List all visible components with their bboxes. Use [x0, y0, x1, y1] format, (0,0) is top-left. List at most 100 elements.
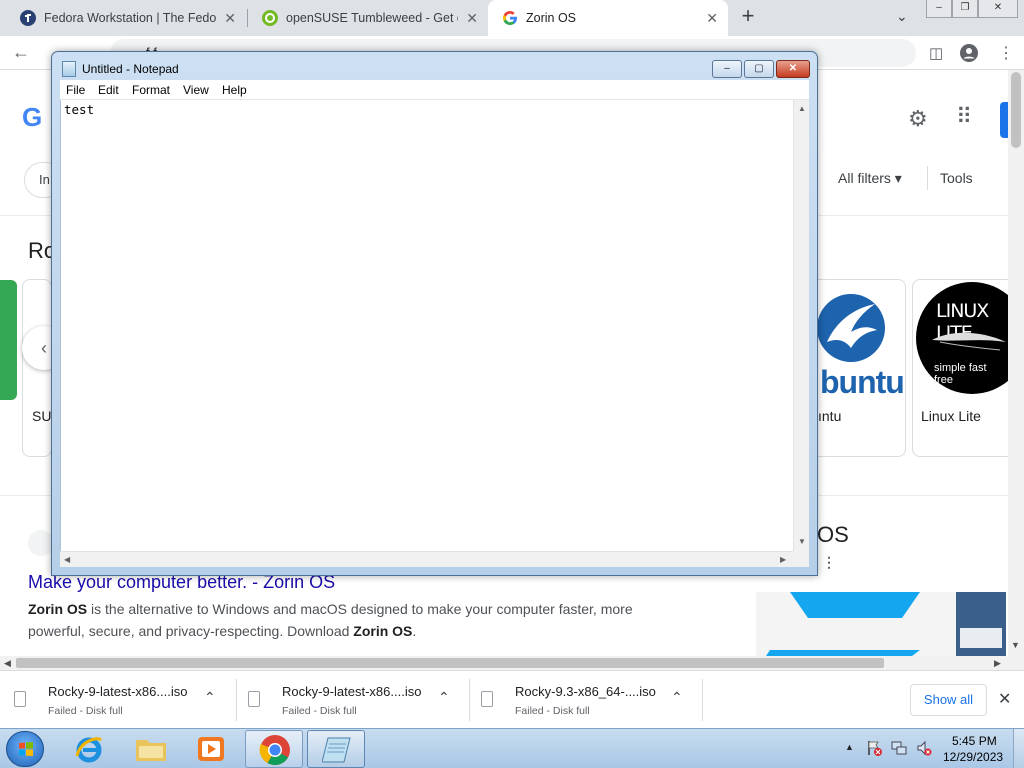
tab-title: Fedora Workstation | The Fedora [44, 11, 217, 25]
knowledge-panel-image[interactable] [756, 592, 1006, 656]
chevron-up-icon[interactable]: ⌃ [438, 689, 450, 706]
notepad-menu-bar: File Edit Format View Help [60, 80, 809, 100]
chevron-up-icon[interactable]: ⌃ [671, 689, 683, 706]
start-button[interactable] [6, 731, 44, 767]
scroll-right-arrow-icon[interactable]: ▶ [994, 658, 1001, 669]
taskbar-file-explorer[interactable] [122, 730, 180, 768]
download-item[interactable]: Rocky-9-latest-x86....iso Failed - Disk … [0, 671, 233, 729]
taskbar-media-player[interactable] [183, 730, 241, 768]
notepad-title: Untitled - Notepad [82, 62, 179, 76]
divider [927, 166, 928, 190]
clock-time[interactable]: 5:45 PM [952, 734, 997, 748]
menu-view[interactable]: View [183, 83, 209, 97]
window-minimize-button[interactable]: ‒ [926, 0, 952, 18]
tab-title: openSUSE Tumbleweed - Get op [286, 11, 459, 25]
card-label: ıntu [818, 408, 842, 424]
notepad-close-button[interactable]: ✕ [776, 60, 810, 78]
notepad-maximize-button[interactable]: ▢ [744, 60, 774, 78]
taskbar-internet-explorer[interactable] [61, 730, 119, 768]
gear-icon[interactable]: ⚙ [908, 106, 928, 132]
ubuntu-logo-text: buntu [820, 364, 905, 400]
linux-lite-logo-subtitle: simple fast free [934, 362, 987, 386]
apps-grid-icon[interactable]: ⠿ [956, 104, 972, 130]
fedora-icon [20, 10, 36, 26]
download-item[interactable]: Rocky-9.3-x86_64-....iso Failed - Disk f… [467, 671, 700, 729]
notepad-vertical-scrollbar[interactable]: ▲ ▼ [793, 100, 809, 551]
tab-opensuse[interactable]: openSUSE Tumbleweed - Get op ✕ [248, 0, 488, 36]
scroll-left-arrow-icon[interactable]: ◀ [64, 555, 70, 564]
taskbar-chrome[interactable] [245, 730, 303, 768]
tab-search-button[interactable]: ⌄ [896, 8, 908, 25]
menu-file[interactable]: File [66, 83, 85, 97]
resize-grip[interactable] [793, 551, 809, 567]
zorin-logo-image [766, 592, 1006, 656]
new-tab-button[interactable]: + [737, 5, 759, 29]
notepad-text-area[interactable]: test [60, 100, 793, 551]
google-logo[interactable]: G [22, 102, 42, 133]
ubuntu-logo-icon [817, 294, 885, 362]
back-arrow-icon[interactable]: ← [12, 42, 30, 63]
chevron-up-icon[interactable]: ⌃ [204, 689, 216, 706]
scroll-right-arrow-icon[interactable]: ▶ [780, 555, 786, 564]
page-vertical-scroll-thumb[interactable] [1011, 72, 1021, 148]
taskbar-notepad[interactable] [307, 730, 365, 768]
tab-fedora[interactable]: Fedora Workstation | The Fedora ✕ [6, 0, 246, 36]
volume-muted-icon[interactable] [916, 740, 932, 756]
scroll-left-arrow-icon[interactable]: ◀ [4, 658, 11, 669]
notepad-icon [62, 61, 76, 77]
menu-edit[interactable]: Edit [98, 83, 119, 97]
sign-in-button[interactable] [1000, 102, 1008, 138]
window-close-button[interactable]: ✕ [978, 0, 1018, 18]
page-vertical-scrollbar[interactable] [1008, 70, 1024, 656]
more-options-icon[interactable]: ⋮ [822, 554, 836, 571]
tab-close-button[interactable]: ✕ [706, 10, 718, 27]
file-icon [248, 691, 260, 707]
network-icon[interactable] [891, 740, 907, 756]
browser-menu-icon[interactable]: ⋮ [998, 43, 1014, 63]
clock-date[interactable]: 12/29/2023 [943, 750, 1003, 764]
tab-close-button[interactable]: ✕ [466, 10, 478, 27]
window-restore-button[interactable]: ❐ [952, 0, 978, 18]
profile-avatar-icon[interactable] [960, 44, 978, 62]
all-filters-button[interactable]: All filters ▾ [838, 170, 902, 187]
windows-logo-icon [19, 742, 33, 756]
all-filters-label: All filters [838, 170, 891, 186]
side-panel-icon[interactable]: ◫ [929, 44, 943, 62]
folder-icon [136, 740, 166, 761]
notepad-window: Untitled - Notepad ‒ ▢ ✕ File Edit Forma… [51, 51, 818, 576]
download-status: Failed - Disk full [282, 705, 357, 717]
menu-help[interactable]: Help [222, 83, 247, 97]
scroll-down-arrow-icon[interactable]: ▼ [798, 537, 806, 546]
media-player-icon [198, 737, 224, 761]
internet-explorer-icon [75, 737, 102, 763]
card-label: SU [32, 408, 52, 424]
notepad-minimize-button[interactable]: ‒ [712, 60, 742, 78]
notepad-horizontal-scrollbar[interactable]: ◀ ▶ [60, 551, 793, 567]
download-filename: Rocky-9-latest-x86....iso [48, 684, 188, 699]
download-item[interactable]: Rocky-9-latest-x86....iso Failed - Disk … [234, 671, 467, 729]
chevron-left-icon: ‹ [41, 338, 47, 358]
tab-close-button[interactable]: ✕ [224, 10, 236, 27]
close-downloads-bar-button[interactable]: ✕ [998, 689, 1011, 709]
google-icon [502, 11, 517, 25]
chrome-icon [259, 735, 290, 766]
scroll-up-arrow-icon[interactable]: ▲ [798, 104, 806, 113]
caret-down-icon: ▾ [894, 170, 902, 186]
tools-button[interactable]: Tools [940, 170, 973, 186]
notepad-content: test [64, 102, 95, 117]
download-status: Failed - Disk full [515, 705, 590, 717]
snippet-bold: Zorin OS [353, 623, 413, 639]
menu-format[interactable]: Format [132, 83, 170, 97]
show-all-button[interactable]: Show all [910, 684, 987, 716]
result-snippet: Zorin OS is the alternative to Windows a… [28, 598, 668, 642]
scroll-down-arrow-icon[interactable]: ▼ [1011, 640, 1020, 650]
page-horizontal-scroll-thumb[interactable] [16, 658, 884, 668]
tab-zorin[interactable]: Zorin OS ✕ [488, 0, 728, 36]
show-desktop-button[interactable] [1013, 729, 1024, 768]
download-status: Failed - Disk full [48, 705, 123, 717]
action-center-flag-icon[interactable] [866, 740, 882, 756]
file-icon [14, 691, 26, 707]
notepad-icon [322, 737, 351, 763]
show-hidden-icons-button[interactable]: ▲ [845, 742, 854, 752]
file-icon [481, 691, 493, 707]
